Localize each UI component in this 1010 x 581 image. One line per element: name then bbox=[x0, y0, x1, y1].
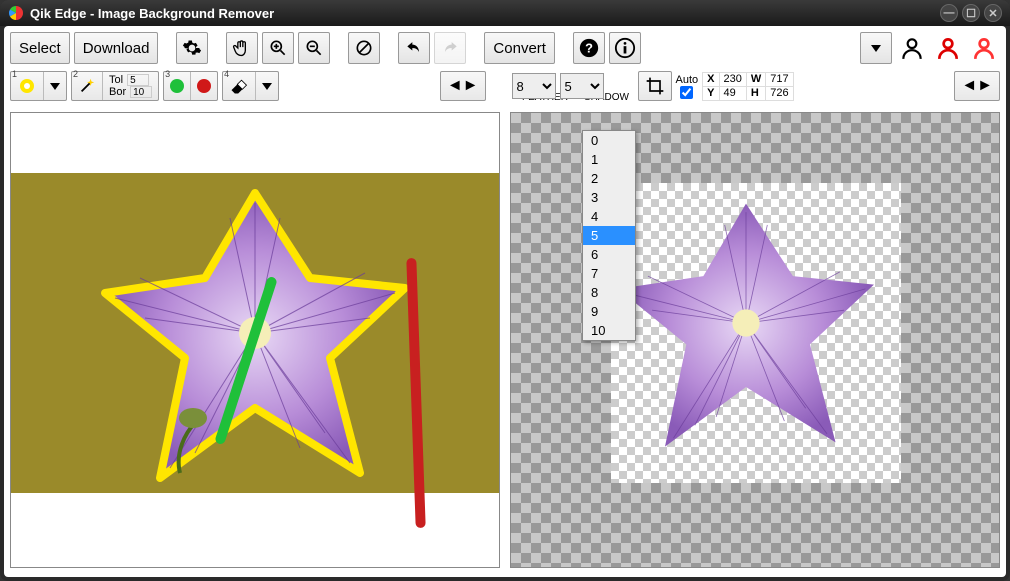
workspace bbox=[10, 112, 1000, 568]
wand-icon bbox=[78, 77, 96, 95]
zoom-out-button[interactable] bbox=[298, 32, 330, 64]
shadow-option[interactable]: 9 bbox=[583, 302, 635, 321]
crop-tool[interactable] bbox=[638, 71, 672, 101]
chevron-down-icon bbox=[262, 83, 272, 90]
zoom-in-button[interactable] bbox=[262, 32, 294, 64]
auto-crop: Auto bbox=[676, 74, 699, 99]
auto-label: Auto bbox=[676, 74, 699, 86]
undo-icon bbox=[404, 38, 424, 58]
minimize-button[interactable]: — bbox=[940, 4, 958, 22]
eraser-icon bbox=[229, 76, 249, 96]
tool-badge-2: 2 bbox=[73, 69, 78, 79]
hand-icon bbox=[232, 38, 252, 58]
redo-button[interactable] bbox=[434, 32, 466, 64]
gear-icon bbox=[182, 38, 202, 58]
auto-checkbox[interactable] bbox=[680, 86, 693, 99]
eraser-tool[interactable] bbox=[222, 71, 279, 101]
user-mode-1[interactable] bbox=[896, 32, 928, 64]
tool-options-bar: 1 2 Tol5 Bor10 bbox=[10, 68, 1000, 104]
maximize-button[interactable]: ☐ bbox=[962, 4, 980, 22]
crop-icon bbox=[645, 76, 665, 96]
dropdown-toggle[interactable] bbox=[860, 32, 892, 64]
marker-tool[interactable] bbox=[163, 71, 218, 101]
close-button[interactable]: ✕ bbox=[984, 4, 1002, 22]
arrow-right-icon: ► bbox=[463, 78, 479, 94]
coord-y[interactable]: 49 bbox=[719, 86, 746, 100]
cancel-button[interactable] bbox=[348, 32, 380, 64]
help-button[interactable]: ? bbox=[573, 32, 605, 64]
app-icon bbox=[8, 5, 24, 21]
shadow-option[interactable]: 1 bbox=[583, 150, 635, 169]
feather-select[interactable]: 8 bbox=[512, 73, 556, 99]
chevron-down-icon bbox=[50, 83, 60, 90]
arrow-left-icon: ◄ bbox=[447, 78, 463, 94]
redo-icon bbox=[440, 38, 460, 58]
shadow-option[interactable]: 2 bbox=[583, 169, 635, 188]
shadow-dropdown: 0 1 2 3 4 5 6 7 8 9 10 bbox=[582, 130, 636, 341]
coord-w[interactable]: 717 bbox=[766, 72, 793, 86]
pan-button[interactable] bbox=[226, 32, 258, 64]
bor-value[interactable]: 10 bbox=[130, 86, 152, 98]
select-button[interactable]: Select bbox=[10, 32, 70, 64]
wand-tool[interactable]: Tol5 Bor10 bbox=[71, 71, 159, 101]
source-image bbox=[11, 173, 499, 493]
user-mode-3[interactable] bbox=[968, 32, 1000, 64]
zoom-in-icon bbox=[268, 38, 288, 58]
svg-text:?: ? bbox=[585, 41, 593, 56]
edge-tool[interactable] bbox=[10, 71, 67, 101]
shadow-option[interactable]: 5 bbox=[583, 226, 635, 245]
tool-badge-4: 4 bbox=[224, 69, 229, 79]
tolerance-box: Tol5 Bor10 bbox=[102, 72, 158, 100]
convert-button[interactable]: Convert bbox=[484, 32, 555, 64]
titlebar: Qik Edge - Image Background Remover — ☐ … bbox=[0, 0, 1010, 26]
arrow-right-icon: ► bbox=[977, 78, 993, 94]
coord-x[interactable]: 230 bbox=[719, 72, 746, 86]
arrow-left-icon: ◄ bbox=[961, 78, 977, 94]
flower-cutout bbox=[601, 173, 891, 473]
coordinate-box: X230W717 Y49H726 bbox=[702, 72, 793, 101]
shadow-option[interactable]: 0 bbox=[583, 131, 635, 150]
red-dot-icon bbox=[197, 79, 211, 93]
shadow-option[interactable]: 8 bbox=[583, 283, 635, 302]
shadow-option[interactable]: 3 bbox=[583, 188, 635, 207]
download-button[interactable]: Download bbox=[74, 32, 159, 64]
info-icon bbox=[614, 37, 636, 59]
crop-region bbox=[611, 183, 901, 483]
source-panel[interactable] bbox=[10, 112, 500, 568]
no-icon bbox=[354, 38, 374, 58]
shadow-option[interactable]: 7 bbox=[583, 264, 635, 283]
undo-button[interactable] bbox=[398, 32, 430, 64]
main-toolbar: Select Download bbox=[10, 30, 1000, 66]
ring-icon bbox=[17, 76, 37, 96]
right-nav-arrows[interactable]: ◄► bbox=[954, 71, 1000, 101]
shadow-select[interactable]: 5 bbox=[560, 73, 604, 99]
shadow-option[interactable]: 6 bbox=[583, 245, 635, 264]
zoom-out-icon bbox=[304, 38, 324, 58]
tool-badge-1: 1 bbox=[12, 69, 17, 79]
tol-value[interactable]: 5 bbox=[127, 74, 149, 86]
user-mode-2[interactable] bbox=[932, 32, 964, 64]
settings-button[interactable] bbox=[176, 32, 208, 64]
info-button[interactable] bbox=[609, 32, 641, 64]
tool-badge-3: 3 bbox=[165, 69, 170, 79]
green-dot-icon bbox=[170, 79, 184, 93]
shadow-option[interactable]: 10 bbox=[583, 321, 635, 340]
shadow-option[interactable]: 4 bbox=[583, 207, 635, 226]
left-nav-arrows[interactable]: ◄► bbox=[440, 71, 486, 101]
help-icon: ? bbox=[578, 37, 600, 59]
chevron-down-icon bbox=[871, 45, 881, 52]
coord-h[interactable]: 726 bbox=[766, 86, 793, 100]
window-title: Qik Edge - Image Background Remover bbox=[30, 6, 274, 21]
